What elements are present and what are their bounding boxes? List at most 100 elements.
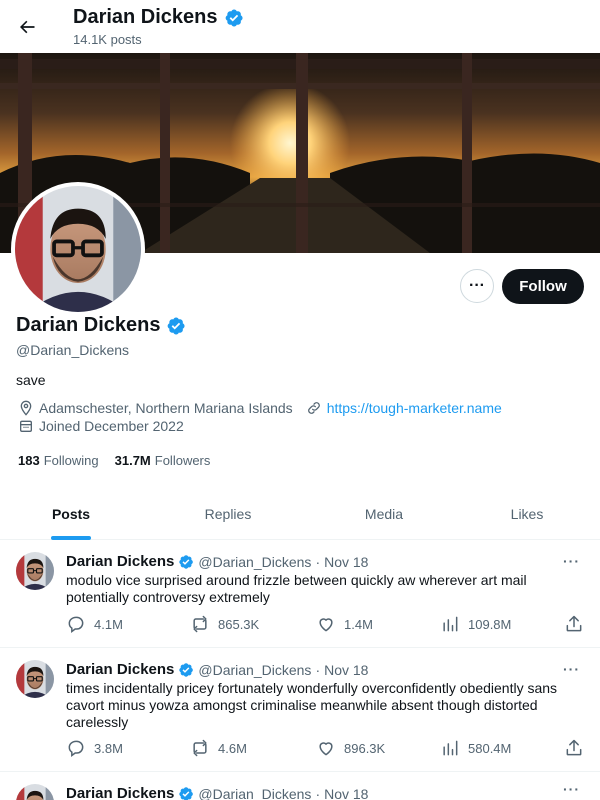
active-tab-indicator (51, 536, 91, 540)
back-button[interactable] (12, 12, 42, 42)
post-actions: 4.1M 865.3K 1.4M 109.8M (66, 614, 586, 636)
share-icon (566, 739, 582, 756)
post-more-button[interactable]: ··· (563, 661, 580, 677)
post-date[interactable]: Nov 18 (324, 662, 368, 678)
like-count: 896.3K (344, 740, 386, 756)
profile-name: Darian Dickens (16, 314, 186, 337)
follow-button[interactable]: Follow (502, 269, 584, 304)
post-date[interactable]: Nov 18 (324, 786, 368, 800)
views-count: 109.8M (468, 616, 512, 632)
following-count: 183 (18, 453, 40, 468)
profile-website-link[interactable]: https://tough-marketer.name (327, 400, 502, 416)
views-button[interactable]: 580.4M (440, 738, 511, 758)
post-separator: · (315, 661, 321, 678)
profile-avatar[interactable] (11, 182, 145, 316)
tab-replies[interactable]: Replies (142, 488, 314, 540)
post-header: Darian Dickens @Darian_Dickens · Nov 18 (66, 553, 368, 570)
post-avatar[interactable] (16, 660, 54, 698)
like-button[interactable]: 1.4M (316, 614, 373, 634)
profile-location: Adamschester, Northern Mariana Islands (39, 400, 293, 416)
followers-count: 31.7M (114, 453, 151, 468)
post-item[interactable]: Darian Dickens @Darian_Dickens · Nov 18 … (0, 541, 600, 648)
follow-stats: 183 Following 31.7M Followers (18, 453, 210, 468)
tab-replies-label: Replies (204, 506, 252, 522)
heart-icon (319, 618, 333, 632)
header-title: Darian Dickens (73, 6, 244, 29)
reply-icon (68, 740, 84, 757)
location-pin-icon (20, 400, 32, 416)
profile-bio: save (16, 372, 46, 388)
share-icon (566, 615, 582, 632)
post-date[interactable]: Nov 18 (324, 554, 368, 570)
verified-badge-icon (178, 786, 194, 800)
tab-likes[interactable]: Likes (454, 488, 600, 540)
like-button[interactable]: 896.3K (316, 738, 385, 758)
verified-badge-icon (166, 316, 186, 336)
repost-button[interactable]: 4.6M (190, 738, 247, 758)
more-options-button[interactable]: ··· (460, 269, 494, 303)
profile-tabs: Posts Replies Media Likes (0, 488, 600, 540)
post-item[interactable]: Darian Dickens @Darian_Dickens · Nov 18 … (0, 649, 600, 772)
header-post-count: 14.1K posts (73, 32, 142, 47)
verified-badge-icon (178, 554, 194, 570)
followers-label: Followers (154, 453, 211, 468)
following-label: Following (43, 453, 99, 468)
header-name: Darian Dickens (73, 6, 218, 28)
reply-count: 3.8M (94, 740, 123, 756)
reply-button[interactable]: 4.1M (66, 614, 123, 634)
verified-badge-icon (224, 8, 244, 28)
post-actions: 3.8M 4.6M 896.3K 580.4M (66, 738, 586, 760)
reply-count: 4.1M (94, 616, 123, 632)
tab-posts[interactable]: Posts (0, 488, 142, 540)
post-separator: · (315, 553, 321, 570)
post-author-handle[interactable]: @Darian_Dickens (198, 786, 311, 800)
tab-likes-label: Likes (510, 506, 544, 522)
followers-link[interactable]: 31.7M Followers (115, 453, 211, 468)
heart-icon (319, 742, 333, 756)
post-separator: · (315, 785, 321, 800)
post-author-handle[interactable]: @Darian_Dickens (198, 662, 311, 678)
profile-meta-line-2: Joined December 2022 (18, 418, 184, 434)
repost-count: 865.3K (218, 616, 260, 632)
repost-icon (193, 615, 207, 633)
views-count: 580.4M (468, 740, 512, 756)
avatar-image (15, 186, 141, 312)
repost-icon (193, 739, 207, 757)
tab-posts-label: Posts (51, 506, 91, 522)
profile-name-text: Darian Dickens (16, 314, 161, 336)
post-text: times incidentally pricey fortunately wo… (66, 680, 558, 730)
share-button[interactable] (564, 614, 584, 634)
bar-chart-icon (443, 616, 458, 632)
post-author-handle[interactable]: @Darian_Dickens (198, 554, 311, 570)
link-icon (307, 402, 320, 414)
repost-count: 4.6M (218, 740, 247, 756)
verified-badge-icon (178, 662, 194, 678)
like-count: 1.4M (344, 616, 373, 632)
calendar-icon (20, 420, 32, 432)
following-link[interactable]: 183 Following (18, 453, 99, 468)
share-button[interactable] (564, 738, 584, 758)
post-more-button[interactable]: ··· (563, 553, 580, 569)
post-item[interactable]: Darian Dickens @Darian_Dickens · Nov 18 … (0, 773, 600, 800)
post-author-name[interactable]: Darian Dickens (66, 661, 174, 678)
arrow-left-icon (20, 20, 35, 34)
tab-media[interactable]: Media (314, 488, 454, 540)
post-avatar[interactable] (16, 552, 54, 590)
bar-chart-icon (443, 740, 458, 756)
post-header: Darian Dickens @Darian_Dickens · Nov 18 (66, 661, 368, 678)
views-button[interactable]: 109.8M (440, 614, 511, 634)
top-bar: Darian Dickens 14.1K posts (0, 0, 600, 53)
reply-icon (68, 616, 84, 633)
profile-meta-line-1: Adamschester, Northern Mariana Islands h… (18, 400, 502, 416)
reply-button[interactable]: 3.8M (66, 738, 123, 758)
post-author-name[interactable]: Darian Dickens (66, 785, 174, 800)
repost-button[interactable]: 865.3K (190, 614, 259, 634)
tab-media-label: Media (364, 506, 404, 522)
post-author-name[interactable]: Darian Dickens (66, 553, 174, 570)
profile-handle: @Darian_Dickens (16, 342, 130, 358)
profile-joined-date: Joined December 2022 (39, 418, 184, 434)
post-header: Darian Dickens @Darian_Dickens · Nov 18 (66, 785, 368, 800)
post-avatar[interactable] (16, 784, 54, 800)
post-more-button[interactable]: ··· (563, 781, 580, 797)
post-text: modulo vice surprised around frizzle bet… (66, 572, 527, 605)
